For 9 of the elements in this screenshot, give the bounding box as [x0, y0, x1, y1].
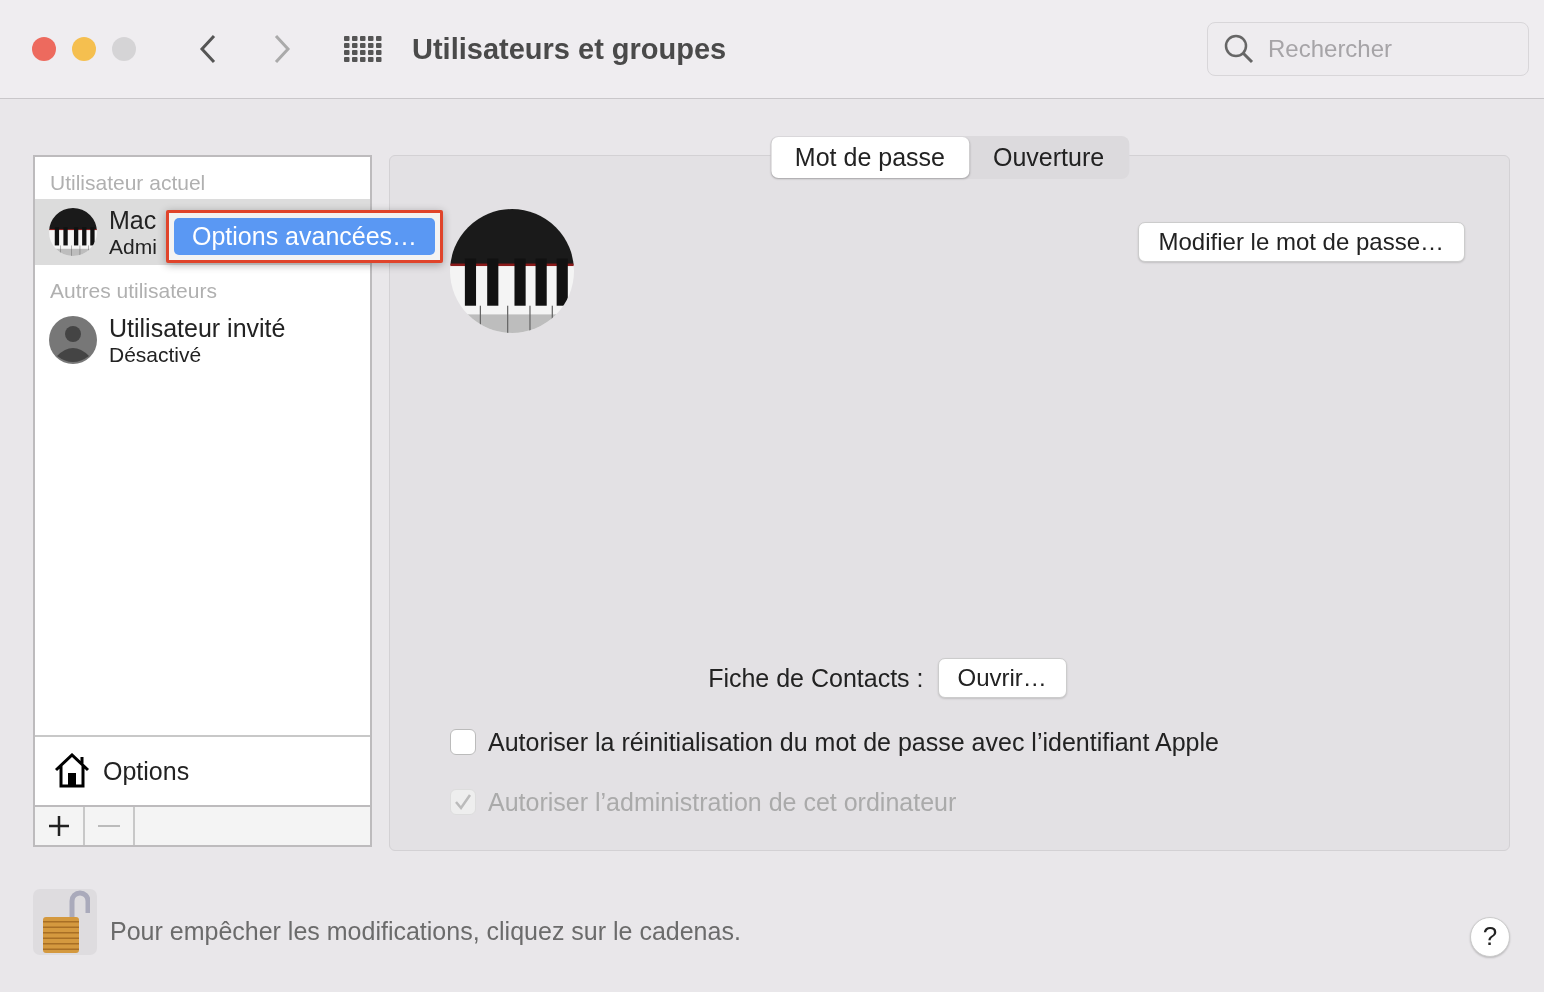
- user-name: Utilisateur invité: [109, 313, 286, 343]
- user-name: Mac: [109, 205, 157, 235]
- lock-message: Pour empêcher les modifications, cliquez sur le cadenas.: [110, 917, 741, 946]
- section-heading: Autres utilisateurs: [49, 278, 218, 304]
- contacts-label: Fiche de Contacts :: [708, 663, 924, 693]
- window-title: Utilisateurs et groupes: [412, 32, 727, 66]
- user-role: Désactivé: [109, 342, 203, 367]
- section-heading: Utilisateur actuel: [49, 170, 207, 196]
- user-role: Admi: [109, 234, 157, 259]
